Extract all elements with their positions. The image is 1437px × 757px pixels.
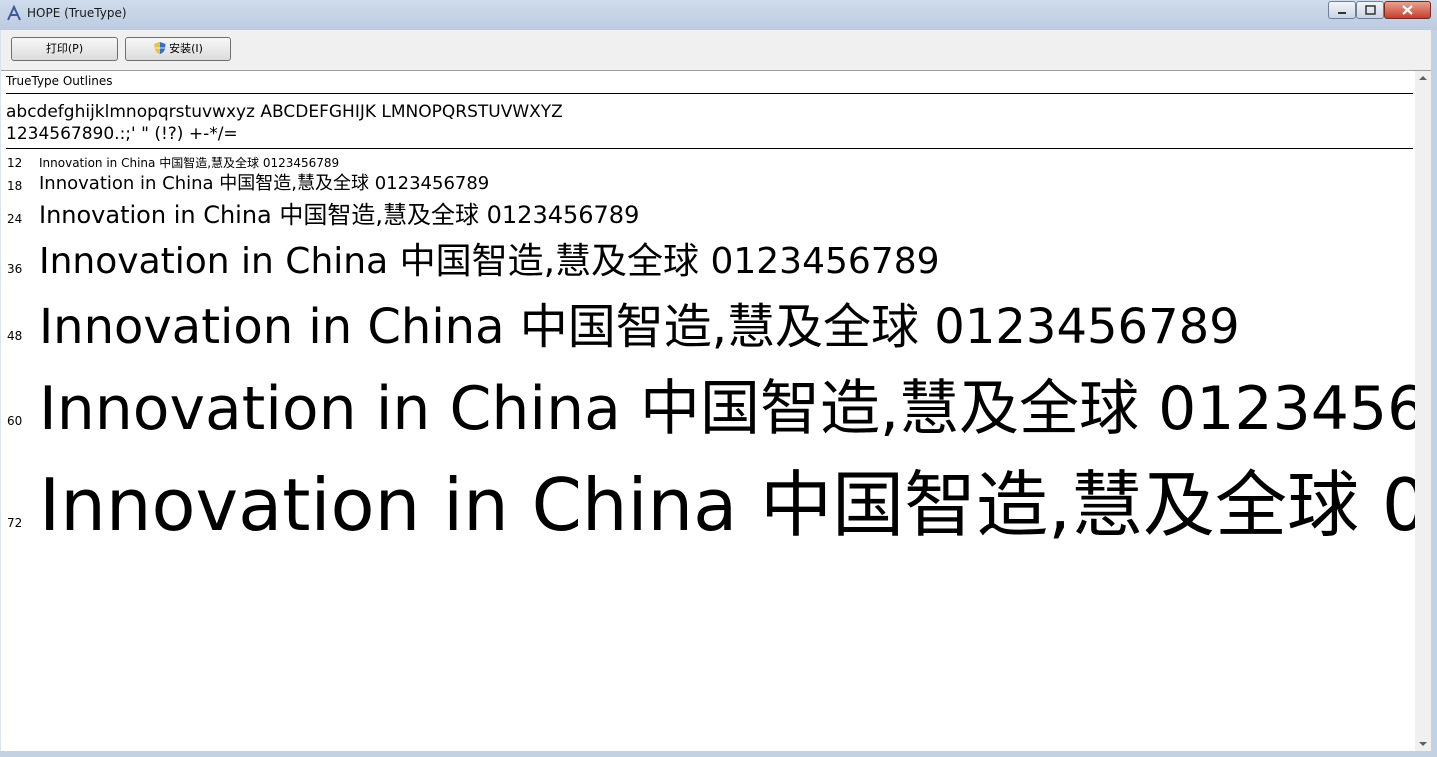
sample-row: 48 Innovation in China 中国智造,慧及全球 0123456… — [1, 285, 1415, 357]
scroll-up-icon[interactable] — [1419, 76, 1427, 80]
sample-row: 72 Innovation in China 中国智造,慧及全球 0123456… — [1, 445, 1415, 555]
font-type-label: TrueType Outlines — [6, 74, 113, 88]
install-label: 安装(I) — [169, 42, 203, 55]
close-icon — [1402, 5, 1413, 15]
window-frame-right — [1431, 30, 1437, 757]
font-viewer-window: HOPE (TrueType) 打印(P) 安装(I) TrueType Out — [0, 0, 1437, 757]
divider — [6, 93, 1413, 94]
sample-text: Innovation in China 中国智造,慧及全球 0123456789 — [39, 241, 940, 282]
size-label: 48 — [7, 329, 23, 343]
minimize-button[interactable] — [1328, 1, 1356, 19]
font-preview-area: TrueType Outlines abcdefghijklmnopqrstuv… — [1, 71, 1415, 751]
size-label: 36 — [7, 262, 23, 276]
sample-row: 60 Innovation in China 中国智造,慧及全球 0123456… — [1, 357, 1415, 445]
close-button[interactable] — [1384, 1, 1431, 19]
window-frame-bottom — [0, 751, 1437, 757]
title-bar[interactable]: HOPE (TrueType) — [0, 0, 1437, 30]
charset-letters: abcdefghijklmnopqrstuvwxyz ABCDEFGHIJK L… — [6, 102, 563, 122]
print-label: 打印(P) — [45, 42, 84, 55]
size-label: 18 — [7, 179, 23, 193]
install-button[interactable]: 安装(I) — [125, 37, 231, 61]
toolbar: 打印(P) 安装(I) — [1, 30, 1431, 71]
scroll-down-icon[interactable] — [1419, 742, 1427, 746]
maximize-button[interactable] — [1356, 1, 1384, 19]
font-icon — [5, 4, 23, 23]
size-label: 12 — [7, 156, 23, 170]
size-label: 24 — [7, 212, 23, 226]
sample-text: Innovation in China 中国智造,慧及全球 0123456789 — [39, 463, 1415, 547]
divider — [6, 148, 1413, 149]
sample-row: 18 Innovation in China 中国智造,慧及全球 0123456… — [1, 173, 1415, 197]
sample-text: Innovation in China 中国智造,慧及全球 0123456789 — [39, 173, 490, 194]
sample-text: Innovation in China 中国智造,慧及全球 0123456789 — [39, 299, 1240, 355]
sample-row: 12 Innovation in China 中国智造,慧及全球 0123456… — [1, 155, 1415, 173]
size-label: 72 — [7, 516, 23, 530]
charset-symbols: 1234567890.:;' " (!?) +-*/= — [6, 124, 238, 144]
maximize-icon — [1365, 5, 1376, 15]
vertical-scrollbar[interactable] — [1415, 71, 1431, 751]
sample-row: 36 Innovation in China 中国智造,慧及全球 0123456… — [1, 233, 1415, 285]
sample-row: 24 Innovation in China 中国智造,慧及全球 0123456… — [1, 199, 1415, 233]
sample-text: Innovation in China 中国智造,慧及全球 0123456789 — [39, 374, 1415, 444]
minimize-icon — [1338, 12, 1346, 14]
window-title: HOPE (TrueType) — [27, 6, 127, 20]
size-label: 60 — [7, 414, 23, 428]
uac-shield-icon — [153, 41, 167, 55]
sample-text: Innovation in China 中国智造,慧及全球 0123456789 — [39, 201, 640, 229]
sample-text: Innovation in China 中国智造,慧及全球 0123456789 — [39, 156, 340, 170]
print-button[interactable]: 打印(P) — [11, 37, 118, 61]
